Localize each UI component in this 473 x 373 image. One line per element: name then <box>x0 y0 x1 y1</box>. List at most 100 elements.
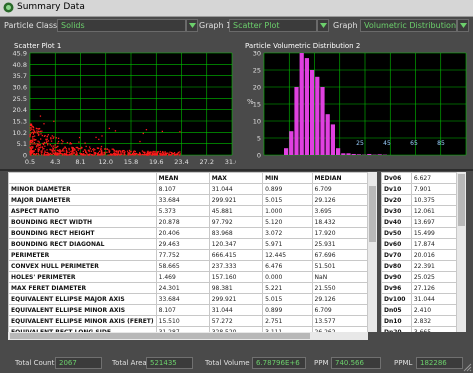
scatter-point <box>41 134 44 137</box>
table-row[interactable]: EQUIVALENT ELLIPSE MINOR AXIS 8.107 31.044… <box>8 304 368 316</box>
scatter-point <box>31 140 34 142</box>
list-item[interactable]: Dn10 2.832 <box>381 315 457 327</box>
scatter-point <box>65 149 68 151</box>
table-cell: 6.709 <box>311 304 368 316</box>
scatter-point <box>39 144 42 146</box>
scatter-point <box>47 140 50 142</box>
scatter-point <box>175 154 177 156</box>
dv-label: Dv10 <box>381 183 412 195</box>
list-item[interactable]: Dv50 15.499 <box>381 227 457 239</box>
list-item[interactable]: Dv70 20.016 <box>381 249 457 261</box>
scatter-point <box>167 152 169 154</box>
table-cell: 0.899 <box>262 304 313 316</box>
stats-scrollbar[interactable] <box>368 172 377 332</box>
column-header[interactable]: MIN <box>262 172 313 184</box>
scatter-point <box>49 144 51 146</box>
table-row[interactable]: PERIMETER 77.752 666.415 12.445 67.696 <box>8 249 368 261</box>
stats-horizontal-scrollbar-thumb[interactable] <box>10 333 310 339</box>
list-item[interactable]: Dv40 13.697 <box>381 216 457 228</box>
table-row[interactable]: ASPECT RATIO 5.373 45.881 1.000 3.695 <box>8 205 368 217</box>
scatter-point <box>159 150 162 153</box>
scatter-point <box>117 150 119 153</box>
list-item[interactable]: Dv90 25.025 <box>381 271 457 283</box>
table-row[interactable]: BOUNDING RECT DIAGONAL 29.463 120.347 5.971… <box>8 238 368 250</box>
list-item[interactable]: Dv60 17.874 <box>381 238 457 250</box>
stats-horizontal-scrollbar[interactable] <box>8 332 368 340</box>
dv-value: 12.061 <box>410 205 457 217</box>
scatter-point <box>29 124 32 126</box>
column-header[interactable]: MEDIAN <box>311 172 368 184</box>
scatter-plot[interactable]: 05.110.215.320.425.530.635.740.845.90.5 4… <box>4 51 236 167</box>
list-item[interactable]: Dv96 27.126 <box>381 282 457 294</box>
scatter-point <box>39 115 42 117</box>
graph1-select[interactable]: Scatter Plot <box>229 19 317 32</box>
scatter-point <box>73 150 75 152</box>
scatter-point <box>52 152 54 154</box>
list-item[interactable]: Dv100 31.044 <box>381 293 457 305</box>
particle-class-select[interactable]: Solids <box>57 19 186 32</box>
table-row[interactable]: MAJOR DIAMETER 33.684 299.921 5.015 29.126 <box>8 194 368 206</box>
scatter-point <box>121 151 124 153</box>
dv-scrollbar[interactable] <box>457 172 466 332</box>
scatter-point <box>92 154 94 156</box>
row-label: BOUNDING RECT DIAGONAL <box>8 238 157 250</box>
table-row[interactable]: EQUIVALENT ELLIPSE MAJOR AXIS 33.684 299.9… <box>8 293 368 305</box>
dv-label: Dn05 <box>381 304 412 316</box>
table-row[interactable]: BOUNDING RECT WIDTH 20.878 97.792 5.120 18.4… <box>8 216 368 228</box>
scatter-point <box>44 151 46 154</box>
scatter-point <box>46 140 48 143</box>
particle-class-dropdown-arrow[interactable] <box>186 19 198 32</box>
table-row[interactable]: MINOR DIAMETER 8.107 31.044 0.899 6.709 <box>8 183 368 195</box>
scatter-point <box>77 149 79 151</box>
column-header[interactable] <box>8 172 157 184</box>
list-item[interactable]: Dv10 7.901 <box>381 183 457 195</box>
dv-label: Dv90 <box>381 271 412 283</box>
scatter-point <box>32 127 35 129</box>
distribution-bar <box>330 124 335 155</box>
scatter-point <box>36 128 38 130</box>
list-item[interactable]: Dv80 22.391 <box>381 260 457 272</box>
dv-scrollbar-thumb[interactable] <box>458 174 465 226</box>
list-item[interactable]: Dv20 10.375 <box>381 194 457 206</box>
ppm-label: PPM <box>314 359 329 367</box>
resize-grip-icon[interactable] <box>463 363 472 372</box>
list-item[interactable]: Dv06 6.627 <box>381 172 457 184</box>
distribution-bar <box>304 58 309 155</box>
table-cell: 0.000 <box>262 271 313 283</box>
list-item[interactable]: Dn05 2.410 <box>381 304 457 316</box>
table-cell: 29.463 <box>155 238 210 250</box>
table-row[interactable]: BOUNDING RECT HEIGHT 20.406 83.968 3.072 17.… <box>8 227 368 239</box>
scatter-point <box>40 152 42 154</box>
graph2-select[interactable]: Volumetric Distribution <box>360 19 457 32</box>
table-row[interactable]: HOLES' PERIMETER 1.469 157.160 0.000 NaN <box>8 271 368 283</box>
table-cell: 5.120 <box>262 216 313 228</box>
scatter-point <box>115 151 118 153</box>
row-label: BOUNDING RECT WIDTH <box>8 216 157 228</box>
scatter-point <box>37 150 39 152</box>
list-item[interactable]: Dn20 3.665 <box>381 326 457 332</box>
scatter-point <box>34 148 37 151</box>
scatter-point <box>160 154 162 156</box>
scatter-point <box>54 147 56 149</box>
table-row[interactable]: MAX FERET DIAMETER 24.301 98.381 5.221 21.55… <box>8 282 368 294</box>
stats-scrollbar-thumb[interactable] <box>369 186 376 242</box>
scatter-point <box>128 153 130 155</box>
distribution-bar <box>299 53 304 155</box>
y-tick-label: 35.7 <box>13 72 27 80</box>
scatter-point <box>53 145 55 147</box>
table-row[interactable]: EQUIVALENT ELLIPSE MINOR AXIS (FERET) 15.… <box>8 315 368 327</box>
column-header[interactable]: MAX <box>208 172 264 184</box>
graph1-dropdown-arrow[interactable] <box>317 19 329 32</box>
volumetric-distribution-plot[interactable]: 0 5 10 15 20 25 30% 25 45 65 85 <box>242 51 470 167</box>
list-item[interactable]: Dv30 12.061 <box>381 205 457 217</box>
graph2-dropdown-arrow[interactable] <box>457 19 469 32</box>
scatter-point <box>45 138 47 140</box>
table-row[interactable]: CONVEX HULL PERIMETER 58.665 237.333 6.476 5… <box>8 260 368 272</box>
x-tick-label: 65 <box>410 140 418 147</box>
x-tick-label: 4.3 <box>50 158 60 166</box>
table-cell: 120.347 <box>208 238 264 250</box>
scatter-point <box>53 120 55 122</box>
table-cell: 98.381 <box>208 282 264 294</box>
scatter-point <box>30 148 33 150</box>
column-header[interactable]: MEAN <box>155 172 210 184</box>
